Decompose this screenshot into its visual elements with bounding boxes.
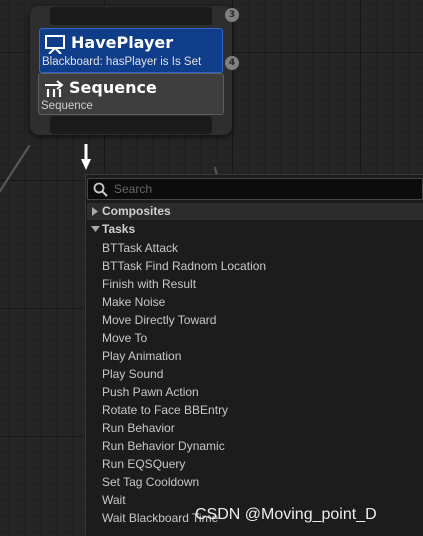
menu-item-run-eqsquery[interactable]: Run EQSQuery (102, 455, 266, 473)
collapse-arrow-icon (91, 226, 100, 232)
menu-item-push-pawn-action[interactable]: Push Pawn Action (102, 383, 266, 401)
menu-item-make-noise[interactable]: Make Noise (102, 293, 266, 311)
search-box (87, 178, 423, 200)
menu-item-run-behavior-dynamic[interactable]: Run Behavior Dynamic (102, 437, 266, 455)
menu-item-move-to[interactable]: Move To (102, 329, 266, 347)
menu-item-play-animation[interactable]: Play Animation (102, 347, 266, 365)
expand-arrow-icon (92, 207, 98, 216)
task-list: BTTask Attack BTTask Find Radnom Locatio… (102, 239, 266, 527)
menu-item-set-tag-cooldown[interactable]: Set Tag Cooldown (102, 473, 266, 491)
composite-index-badge: 3 (225, 8, 239, 22)
decorator-subtitle: Blackboard: hasPlayer is Is Set (42, 56, 202, 68)
menu-item-bttask-find-random-location[interactable]: BTTask Find Radnom Location (102, 257, 266, 275)
node-output-pin[interactable] (50, 116, 212, 134)
graph-wire (0, 144, 31, 195)
menu-item-run-behavior[interactable]: Run Behavior (102, 419, 266, 437)
category-label: Tasks (102, 222, 136, 236)
menu-item-bttask-attack[interactable]: BTTask Attack (102, 239, 266, 257)
menu-item-rotate-to-face-bbentry[interactable]: Rotate to Face BBEntry (102, 401, 266, 419)
search-input[interactable] (114, 179, 414, 199)
decorator-title: HavePlayer (71, 33, 174, 52)
sequence-icon (45, 80, 64, 97)
drag-arrow-icon (81, 144, 91, 170)
composite-subtitle: Sequence (41, 100, 93, 112)
composite-sequence[interactable]: Sequence Sequence (38, 73, 224, 115)
menu-item-finish-with-result[interactable]: Finish with Result (102, 275, 266, 293)
menu-item-play-sound[interactable]: Play Sound (102, 365, 266, 383)
decorator-index-badge: 4 (225, 56, 239, 70)
menu-item-move-directly-toward[interactable]: Move Directly Toward (102, 311, 266, 329)
decorator-haveplayer[interactable]: HavePlayer Blackboard: hasPlayer is Is S… (39, 28, 223, 73)
search-icon (93, 182, 108, 197)
composite-title: Sequence (69, 78, 157, 97)
category-tasks[interactable]: Tasks (87, 221, 423, 238)
sequence-node[interactable]: 3 HavePlayer Blackboard: hasPlayer is Is… (30, 6, 239, 135)
decorator-icon (45, 35, 65, 54)
watermark: CSDN @Moving_point_D (195, 506, 377, 523)
node-input-pin[interactable] (50, 7, 212, 25)
category-composites[interactable]: Composites (87, 203, 423, 220)
action-menu: Composites Tasks BTTask Attack BTTask Fi… (85, 174, 423, 536)
category-label: Composites (102, 204, 171, 218)
